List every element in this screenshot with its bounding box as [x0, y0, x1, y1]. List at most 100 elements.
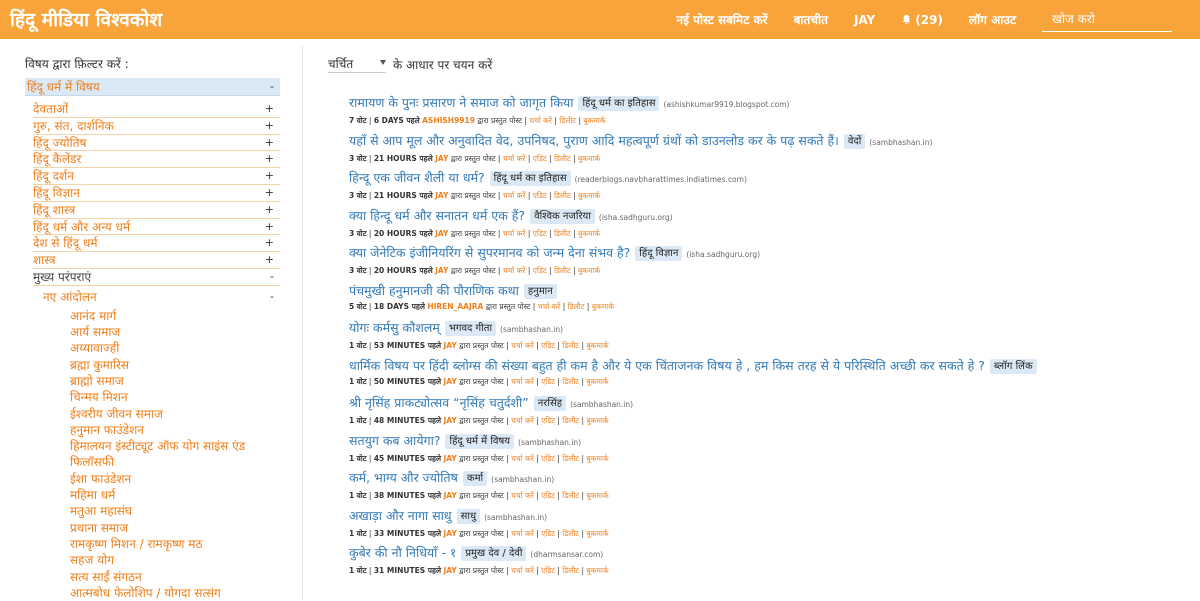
post-category-tag[interactable]: हिंदू विज्ञान: [635, 246, 683, 261]
tree-leaf-movement[interactable]: ईश्वरीय जीवन समाज: [70, 406, 280, 422]
bookmark-link[interactable]: बुकमार्क: [583, 116, 605, 125]
expand-toggle[interactable]: +: [265, 168, 274, 185]
tree-leaf-movement[interactable]: महिमा धर्म: [70, 487, 280, 503]
tree-leaf-movement[interactable]: ब्राह्मो समाज: [70, 373, 280, 389]
post-author-link[interactable]: JAY: [443, 416, 456, 425]
bookmark-link[interactable]: बुकमार्क: [586, 491, 608, 500]
bookmark-link[interactable]: बुकमार्क: [586, 454, 608, 463]
edit-link[interactable]: एडिट: [541, 341, 555, 350]
tree-leaf-movement[interactable]: आत्मबोध फेलोशिप / योगदा सत्संग: [70, 585, 280, 601]
edit-link[interactable]: एडिट: [533, 154, 547, 163]
post-author-link[interactable]: ASHISH9919: [422, 116, 475, 125]
post-author-link[interactable]: JAY: [435, 266, 448, 275]
edit-link[interactable]: एडिट: [541, 566, 555, 575]
post-category-tag[interactable]: प्रमुख देव / देवी: [461, 546, 527, 561]
post-author-link[interactable]: JAY: [443, 529, 456, 538]
post-category-tag[interactable]: भगवद गीता: [444, 321, 497, 336]
discuss-link[interactable]: चर्चा करें: [511, 454, 534, 463]
bookmark-link[interactable]: बुकमार्क: [586, 377, 608, 386]
edit-link[interactable]: एडिट: [541, 377, 555, 386]
delete-link[interactable]: डिलीट: [554, 266, 571, 275]
sort-dropdown[interactable]: चर्चित: [328, 55, 386, 73]
discuss-link[interactable]: चर्चा करें: [511, 491, 534, 500]
delete-link[interactable]: डिलीट: [554, 154, 571, 163]
post-category-tag[interactable]: साधु: [456, 508, 481, 524]
post-category-tag[interactable]: हिंदू धर्म में विषय: [445, 433, 515, 449]
site-brand[interactable]: हिंदू मीडिया विश्वकोश: [10, 6, 162, 32]
post-author-link[interactable]: JAY: [443, 454, 456, 463]
tree-leaf-movement[interactable]: रामकृष्ण मिशन / रामकृष्ण मठ: [70, 536, 280, 552]
edit-link[interactable]: एडिट: [541, 416, 555, 425]
discuss-link[interactable]: चर्चा करें: [511, 566, 534, 575]
post-title-link[interactable]: सतयुग कब आयेगा?: [349, 433, 440, 448]
delete-link[interactable]: डिलीट: [554, 191, 571, 200]
tree-item-category[interactable]: हिंदू ज्योतिष +: [33, 135, 280, 152]
tree-leaf-movement[interactable]: प्रधाना समाज: [70, 520, 280, 536]
post-title-link[interactable]: हिन्दू एक जीवन शैली या धर्म?: [349, 170, 485, 185]
tree-leaf-movement[interactable]: आर्य समाज: [70, 324, 280, 340]
expand-toggle[interactable]: +: [265, 151, 274, 168]
expand-toggle[interactable]: +: [265, 235, 274, 252]
delete-link[interactable]: डिलीट: [562, 416, 579, 425]
post-author-link[interactable]: JAY: [443, 566, 456, 575]
post-author-link[interactable]: HIREN_AAJRA: [427, 302, 483, 311]
bookmark-link[interactable]: बुकमार्क: [578, 266, 600, 275]
discuss-link[interactable]: चर्चा करें: [511, 377, 534, 386]
collapse-toggle[interactable]: -: [270, 286, 274, 308]
post-author-link[interactable]: JAY: [435, 191, 448, 200]
discuss-link[interactable]: चर्चा करें: [511, 341, 534, 350]
discuss-link[interactable]: चर्चा करें: [529, 116, 552, 125]
tree-root-topics[interactable]: हिंदू धर्म में विषय -: [25, 78, 280, 96]
post-category-tag[interactable]: वैश्विक नजरिया: [530, 208, 595, 224]
expand-toggle[interactable]: +: [265, 185, 274, 202]
post-title-link[interactable]: कुबेर की नौ निधियाँ - १: [349, 545, 456, 560]
expand-toggle[interactable]: +: [265, 118, 274, 135]
post-category-tag[interactable]: हिंदू धर्म का इतिहास: [489, 171, 571, 186]
tree-item-category[interactable]: हिंदू विज्ञान +: [33, 185, 280, 202]
tree-item-category[interactable]: हिंदू कैलेंडर +: [33, 151, 280, 169]
post-title-link[interactable]: योगः कर्मसु कौशलम्: [349, 320, 440, 335]
post-author-link[interactable]: JAY: [435, 154, 448, 163]
edit-link[interactable]: एडिट: [541, 454, 555, 463]
discuss-link[interactable]: चर्चा करें: [503, 191, 526, 200]
expand-toggle[interactable]: +: [265, 202, 274, 219]
tree-item-category[interactable]: हिंदू दर्शन +: [33, 168, 280, 185]
collapse-toggle[interactable]: -: [270, 269, 274, 286]
tree-item-category[interactable]: हिंदू धर्म और अन्य धर्म +: [33, 219, 280, 236]
delete-link[interactable]: डिलीट: [562, 454, 579, 463]
submit-post-link[interactable]: नई पोस्ट सबमिट करें: [676, 11, 767, 28]
discuss-link[interactable]: चर्चा करें: [538, 302, 561, 311]
logout-link[interactable]: लॉग आउट: [969, 11, 1016, 28]
tree-leaf-movement[interactable]: हिमालयन इंस्टीट्यूट ऑफ योग साइंस एंड फिल…: [70, 438, 280, 471]
bookmark-link[interactable]: बुकमार्क: [578, 154, 600, 163]
tree-leaf-movement[interactable]: अय्यावाज्ही: [70, 340, 280, 356]
tree-leaf-movement[interactable]: सहज योग: [70, 552, 280, 568]
edit-link[interactable]: एडिट: [541, 529, 555, 538]
edit-link[interactable]: एडिट: [533, 266, 547, 275]
bookmark-link[interactable]: बुकमार्क: [586, 529, 608, 538]
bookmark-link[interactable]: बुकमार्क: [586, 341, 608, 350]
post-category-tag[interactable]: नरसिंह: [533, 396, 567, 411]
delete-link[interactable]: डिलीट: [562, 377, 579, 386]
tree-leaf-movement[interactable]: ईशा फाउंडेशन: [70, 471, 280, 487]
post-category-tag[interactable]: कर्मा: [462, 471, 488, 486]
delete-link[interactable]: डिलीट: [568, 302, 585, 311]
post-title-link[interactable]: रामायण के पुनः प्रसारण ने समाज को जागृत …: [349, 95, 573, 110]
tree-item-traditions[interactable]: मुख्य परंपराएं -: [33, 269, 280, 286]
post-title-link[interactable]: श्री नृसिंह प्राकट्योत्सव “नृसिंह चतुर्द…: [349, 395, 529, 410]
chat-link[interactable]: बातचीत: [794, 11, 828, 28]
delete-link[interactable]: डिलीट: [562, 529, 579, 538]
tree-item-new-movements[interactable]: नए आंदोलन -: [43, 286, 280, 308]
tree-item-category[interactable]: हिंदू शास्त्र +: [33, 202, 280, 219]
tree-leaf-movement[interactable]: चिन्मय मिशन: [70, 389, 280, 405]
search-input[interactable]: [1042, 7, 1172, 32]
tree-item-category[interactable]: शास्त्र +: [33, 252, 280, 269]
tree-item-category[interactable]: देवताओं +: [33, 101, 280, 118]
bookmark-link[interactable]: बुकमार्क: [586, 416, 608, 425]
discuss-link[interactable]: चर्चा करें: [511, 416, 534, 425]
post-category-tag[interactable]: ब्लॉग लिंक: [989, 358, 1037, 374]
post-title-link[interactable]: पंचमुखी हनुमानजी की पौराणिक कथा: [349, 283, 519, 298]
post-title-link[interactable]: क्या हिन्दू धर्म और सनातन धर्म एक हैं?: [349, 208, 525, 223]
tree-leaf-movement[interactable]: सत्य साईं संगठन: [70, 569, 280, 585]
delete-link[interactable]: डिलीट: [554, 229, 571, 238]
